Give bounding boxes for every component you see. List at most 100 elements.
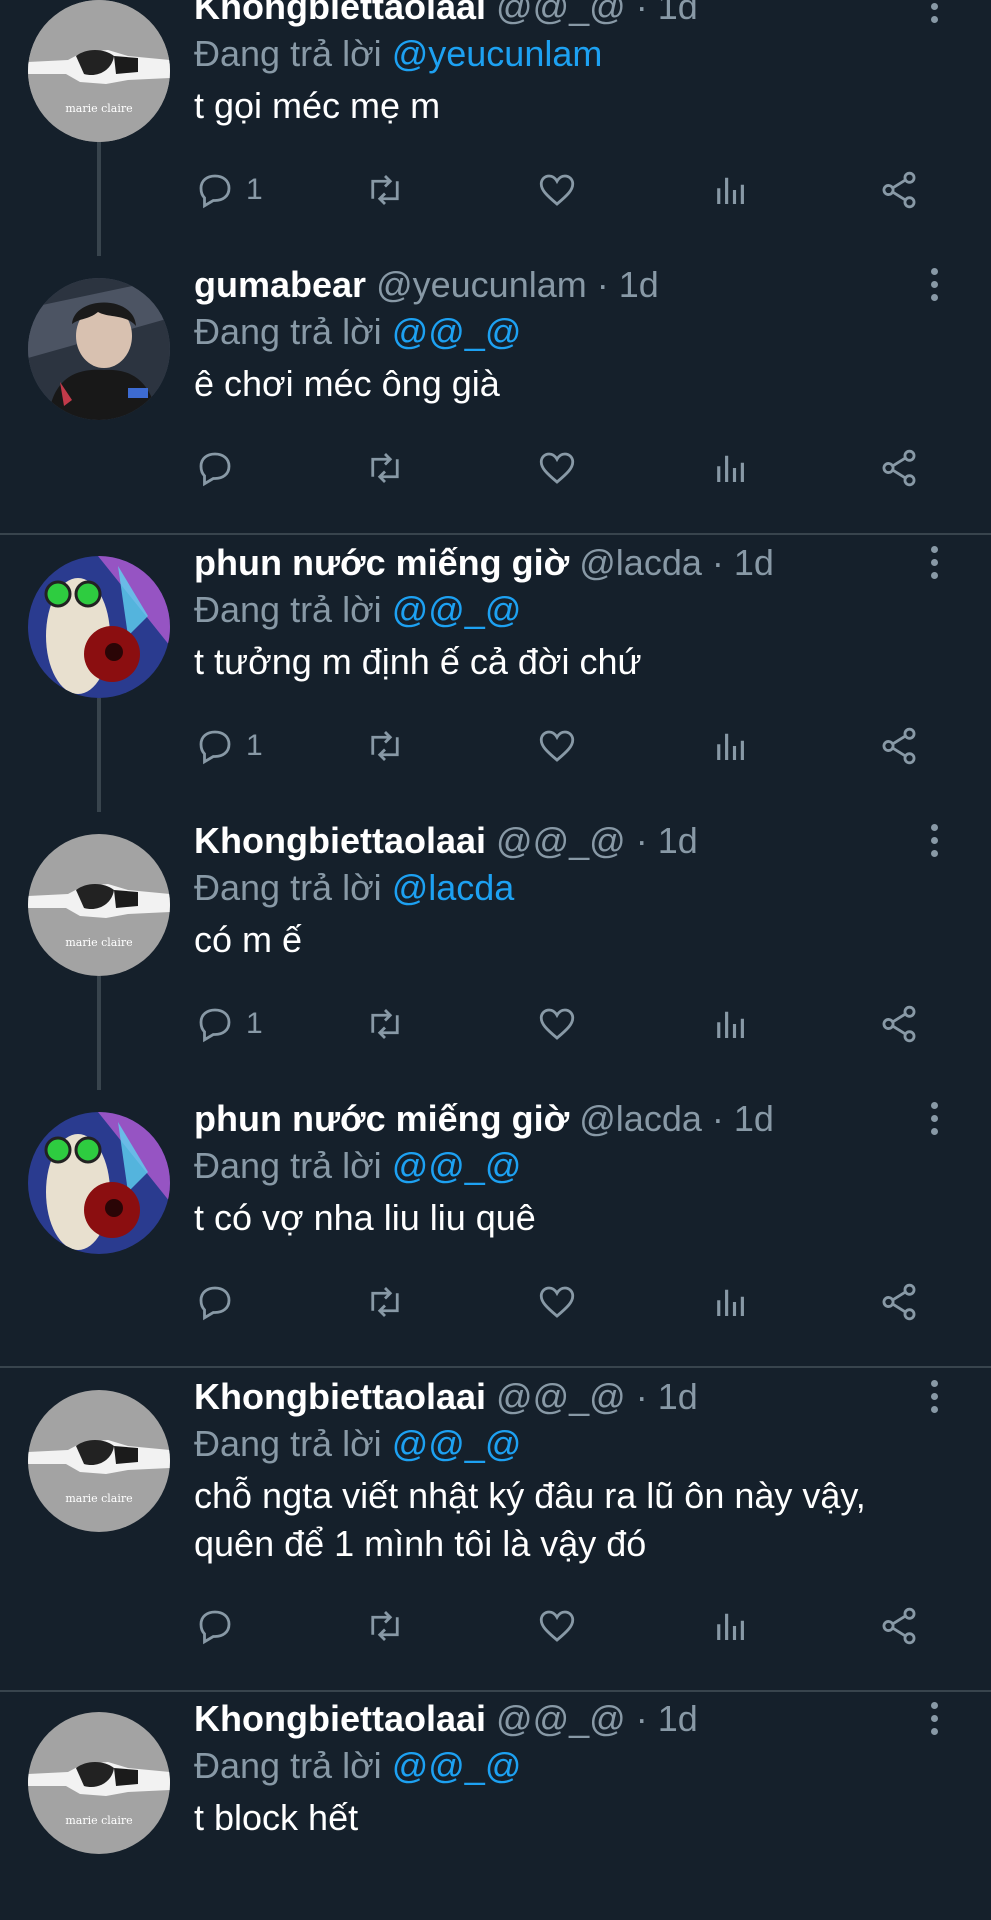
share-button[interactable] [878,1002,920,1046]
tweet[interactable]: gumabear @yeucunlam · 1d Đang trả lời @@… [0,256,991,534]
retweet-button[interactable] [364,724,406,768]
reply-mention-link[interactable]: @@_@ [392,1145,522,1186]
analytics-button[interactable] [710,1280,752,1324]
replying-to: Đang trả lời @@_@ [194,1745,521,1787]
reply-button[interactable]: 1 [194,168,263,212]
avatar[interactable]: marie claire [28,834,170,976]
heart-icon [539,452,575,484]
display-name[interactable]: phun nước miếng giờ [194,542,569,583]
more-options-icon[interactable] [929,0,939,26]
like-button[interactable] [536,168,578,212]
reply-icon [199,1008,231,1043]
tweet-text: có m ế [194,919,303,960]
tweet-text: ê chơi méc ông già [194,363,500,404]
analytics-button[interactable] [710,168,752,212]
tweet[interactable]: marie claire Khongbiettaolaai @@_@ · 1d … [0,0,991,256]
reply-mention-link[interactable]: @@_@ [392,589,522,630]
tweet-text: t block hết [194,1797,359,1838]
timestamp[interactable]: 1d [658,1376,698,1417]
avatar[interactable] [28,278,170,420]
timestamp[interactable]: 1d [658,0,698,27]
replying-to: Đang trả lời @@_@ [194,1145,521,1187]
tweet-header: Khongbiettaolaai @@_@ · 1d [194,1376,698,1418]
tweet[interactable]: phun nước miếng giờ @lacda · 1d Đang trả… [0,534,991,812]
like-button[interactable] [536,446,578,490]
user-handle[interactable]: @@_@ [496,1698,626,1739]
reply-button[interactable]: 1 [194,724,263,768]
timestamp[interactable]: 1d [658,820,698,861]
more-options-icon[interactable] [929,546,939,582]
timestamp[interactable]: 1d [619,264,659,305]
tweet[interactable]: phun nước miếng giờ @lacda · 1d Đang trả… [0,1090,991,1368]
replying-to: Đang trả lời @@_@ [194,1423,521,1465]
reply-button[interactable] [194,446,246,490]
like-button[interactable] [536,1604,578,1648]
user-handle[interactable]: @@_@ [496,820,626,861]
retweet-button[interactable] [364,168,406,212]
more-options-icon[interactable] [929,1380,939,1416]
svg-text:marie claire: marie claire [65,102,132,115]
display-name[interactable]: gumabear [194,264,366,305]
timestamp[interactable]: 1d [734,542,774,583]
reply-count: 1 [246,173,263,206]
like-button[interactable] [536,724,578,768]
user-handle[interactable]: @yeucunlam [376,264,587,305]
avatar[interactable]: marie claire [28,0,170,142]
reply-mention-link[interactable]: @yeucunlam [392,33,603,74]
replying-to: Đang trả lời @yeucunlam [194,33,602,75]
tweet[interactable]: marie claire Khongbiettaolaai @@_@ · 1d … [0,1368,991,1692]
share-icon [882,1005,916,1043]
display-name[interactable]: Khongbiettaolaai [194,0,486,27]
tweet-header: Khongbiettaolaai @@_@ · 1d [194,0,698,28]
retweet-button[interactable] [364,1002,406,1046]
share-icon [882,1607,916,1645]
display-name[interactable]: Khongbiettaolaai [194,820,486,861]
more-options-icon[interactable] [929,1102,939,1138]
reply-icon [199,730,231,765]
avatar[interactable] [28,556,170,698]
heart-icon [539,1286,575,1318]
tweet[interactable]: marie claire Khongbiettaolaai @@_@ · 1d … [0,812,991,1090]
like-button[interactable] [536,1280,578,1324]
reply-button[interactable] [194,1604,246,1648]
analytics-button[interactable] [710,446,752,490]
share-button[interactable] [878,446,920,490]
avatar[interactable]: marie claire [28,1712,170,1854]
avatar[interactable] [28,1112,170,1254]
timestamp[interactable]: 1d [658,1698,698,1739]
share-button[interactable] [878,1280,920,1324]
reply-button[interactable] [194,1280,246,1324]
reply-mention-link[interactable]: @lacda [392,867,515,908]
reply-button[interactable]: 1 [194,1002,263,1046]
user-handle[interactable]: @@_@ [496,1376,626,1417]
share-button[interactable] [878,1604,920,1648]
tweet-header: phun nước miếng giờ @lacda · 1d [194,542,774,584]
share-button[interactable] [878,168,920,212]
more-options-icon[interactable] [929,1702,939,1738]
display-name[interactable]: Khongbiettaolaai [194,1698,486,1739]
display-name[interactable]: Khongbiettaolaai [194,1376,486,1417]
timestamp[interactable]: 1d [734,1098,774,1139]
retweet-button[interactable] [364,1280,406,1324]
reply-mention-link[interactable]: @@_@ [392,1745,522,1786]
analytics-button[interactable] [710,724,752,768]
display-name[interactable]: phun nước miếng giờ [194,1098,569,1139]
user-handle[interactable]: @@_@ [496,0,626,27]
heart-icon [539,1610,575,1642]
reply-mention-link[interactable]: @@_@ [392,1423,522,1464]
like-button[interactable] [536,1002,578,1046]
tweet[interactable]: marie claire Khongbiettaolaai @@_@ · 1d … [0,1690,991,1920]
share-button[interactable] [878,724,920,768]
user-handle[interactable]: @lacda [579,542,702,583]
user-handle[interactable]: @lacda [579,1098,702,1139]
retweet-icon [371,1009,399,1039]
analytics-button[interactable] [710,1604,752,1648]
more-options-icon[interactable] [929,824,939,860]
analytics-icon [717,1613,744,1640]
avatar[interactable]: marie claire [28,1390,170,1532]
retweet-button[interactable] [364,446,406,490]
reply-mention-link[interactable]: @@_@ [392,311,522,352]
retweet-button[interactable] [364,1604,406,1648]
analytics-button[interactable] [710,1002,752,1046]
more-options-icon[interactable] [929,268,939,304]
